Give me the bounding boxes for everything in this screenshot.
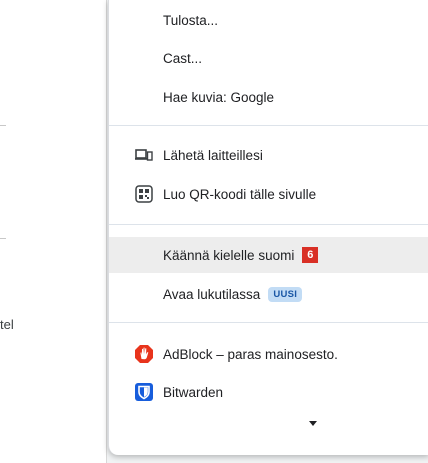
menu-item-label: AdBlock – paras mainosesto. — [163, 346, 338, 362]
menu-item-label: Avaa lukutilassa — [163, 286, 261, 302]
context-menu: Tulosta... Cast... Hae kuvia: Google Läh… — [108, 0, 428, 455]
more-extensions-arrow-icon[interactable] — [309, 421, 317, 426]
menu-item-label: Käännä kielelle suomi — [163, 247, 295, 263]
menu-item-qr-code[interactable]: Luo QR-koodi tälle sivulle — [109, 176, 428, 212]
page-partial-text: tel — [0, 317, 14, 332]
menu-item-translate[interactable]: Käännä kielelle suomi 6 — [109, 237, 428, 273]
new-badge: UUSI — [268, 286, 303, 302]
menu-item-reader-mode[interactable]: Avaa lukutilassa UUSI — [109, 276, 428, 312]
menu-item-adblock[interactable]: AdBlock – paras mainosesto. — [109, 336, 428, 372]
menu-item-label: Hae kuvia: Google — [163, 89, 275, 105]
menu-item-label: Luo QR-koodi tälle sivulle — [163, 186, 317, 202]
devices-icon — [134, 145, 154, 165]
bitwarden-icon — [134, 382, 154, 402]
menu-item-label: Cast... — [163, 50, 203, 66]
menu-item-label: Bitwarden — [163, 384, 224, 400]
menu-item-search-images[interactable]: Hae kuvia: Google — [109, 79, 428, 115]
page-divider — [0, 125, 6, 126]
menu-separator — [109, 224, 428, 225]
adblock-icon — [134, 344, 154, 364]
menu-separator — [109, 125, 428, 126]
menu-item-label: Lähetä laitteillesi — [163, 147, 263, 163]
menu-separator — [109, 322, 428, 323]
page-divider — [0, 238, 6, 239]
menu-item-cast[interactable]: Cast... — [109, 40, 428, 76]
menu-item-bitwarden[interactable]: Bitwarden — [109, 374, 428, 410]
page-background: tel — [0, 0, 107, 463]
menu-item-label: Tulosta... — [163, 12, 219, 28]
step-number-badge: 6 — [302, 247, 319, 263]
menu-item-send-to-devices[interactable]: Lähetä laitteillesi — [109, 137, 428, 173]
menu-item-print[interactable]: Tulosta... — [109, 2, 428, 38]
qr-code-icon — [134, 184, 154, 204]
